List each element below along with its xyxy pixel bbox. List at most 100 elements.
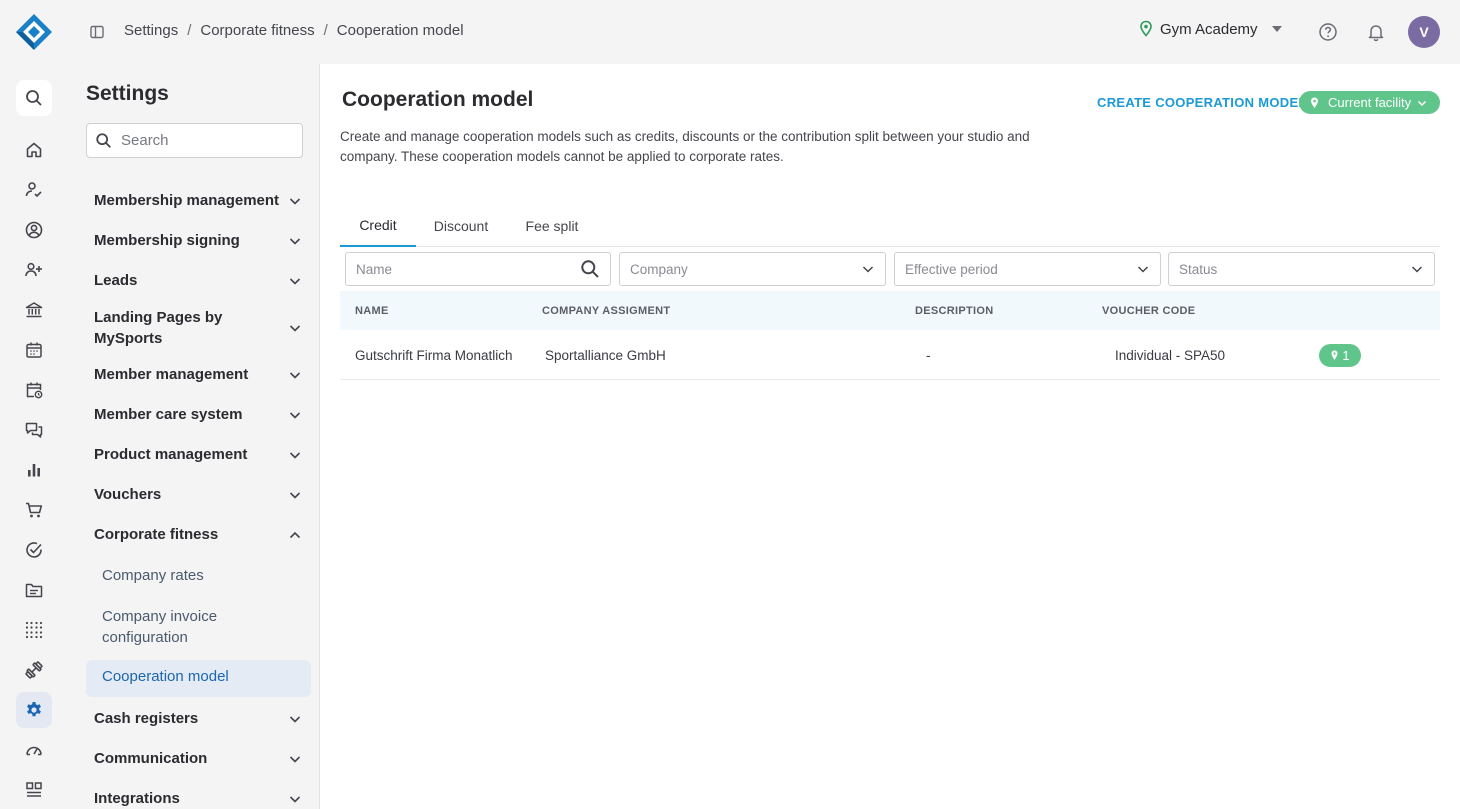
column-header-name[interactable]: NAME <box>355 305 389 317</box>
facility-selector[interactable]: Gym Academy <box>1138 20 1282 38</box>
breadcrumb-separator: / <box>187 22 192 39</box>
folder-icon <box>25 583 43 598</box>
chevron-down-icon <box>289 325 301 332</box>
nav-group-label: Membership management <box>94 192 280 209</box>
nav-group-label: Communication <box>94 750 208 767</box>
chevron-down-icon <box>289 197 301 205</box>
nav-group-member-management[interactable]: Member management <box>94 364 302 385</box>
gear-icon <box>27 702 41 717</box>
rail-leads[interactable] <box>16 252 52 288</box>
nav-group-landing-pages[interactable]: Landing Pages by MySports <box>94 307 302 349</box>
rail-more[interactable] <box>16 772 52 808</box>
status-filter[interactable]: Status <box>1168 252 1435 286</box>
rail-appointments[interactable] <box>16 372 52 408</box>
rail-home[interactable] <box>16 132 52 168</box>
help-icon[interactable] <box>1318 22 1338 42</box>
chevron-down-icon <box>289 411 301 419</box>
rail-training[interactable] <box>16 652 52 688</box>
rail-check-in[interactable] <box>16 172 52 208</box>
nav-group-label: Vouchers <box>94 486 162 503</box>
nav-group-vouchers[interactable]: Vouchers <box>94 484 302 505</box>
column-header-description[interactable]: DESCRIPTION <box>915 305 993 317</box>
settings-search-field[interactable] <box>86 123 303 158</box>
user-circle-icon <box>25 221 43 239</box>
nav-sub-label: Cooperation model <box>102 668 229 685</box>
rail-tasks[interactable] <box>16 532 52 568</box>
page-description: Create and manage cooperation models suc… <box>340 129 1030 164</box>
search-icon[interactable] <box>580 259 600 279</box>
nav-group-product-management[interactable]: Product management <box>94 444 302 465</box>
tab-discount[interactable]: Discount <box>423 204 499 247</box>
create-cooperation-model-button[interactable]: CREATE COOPERATION MODEL <box>1097 95 1307 110</box>
nav-group-membership-management[interactable]: Membership management <box>94 190 302 211</box>
nav-group-label: Integrations <box>94 790 180 807</box>
dots-grid-icon <box>25 621 43 639</box>
nav-sub-invoice-config[interactable]: Company invoice configuration <box>102 606 282 648</box>
column-header-voucher-code[interactable]: VOUCHER CODE <box>1102 305 1195 317</box>
rail-finance[interactable] <box>16 292 52 328</box>
home-icon <box>26 142 42 158</box>
cell-description: - <box>926 348 931 363</box>
sidebar-toggle-icon[interactable] <box>89 24 105 40</box>
page-title: Cooperation model <box>342 88 534 111</box>
name-filter[interactable] <box>345 252 611 286</box>
user-check-icon <box>25 182 42 198</box>
effective-period-filter[interactable]: Effective period <box>894 252 1161 286</box>
gauge-icon <box>26 746 42 756</box>
column-header-company[interactable]: COMPANY ASSIGMENT <box>542 305 670 317</box>
chevron-up-icon <box>289 531 301 538</box>
chevron-down-icon <box>289 277 301 285</box>
rail-search[interactable] <box>16 80 52 116</box>
cell-company: Sportalliance GmbH <box>545 348 666 363</box>
facility-count-badge[interactable]: 1 <box>1319 344 1361 367</box>
rail-settings[interactable] <box>16 692 52 728</box>
rail-messages[interactable] <box>16 412 52 448</box>
table-row[interactable]: Gutschrift Firma Monatlich Sportalliance… <box>340 330 1440 380</box>
nav-group-communication[interactable]: Communication <box>94 748 302 769</box>
breadcrumb-corporate-fitness[interactable]: Corporate fitness <box>200 22 314 39</box>
nav-group-corporate-fitness[interactable]: Corporate fitness <box>94 524 302 545</box>
tab-fee-split[interactable]: Fee split <box>520 204 584 247</box>
rail-shop[interactable] <box>16 492 52 528</box>
breadcrumb-cooperation-model: Cooperation model <box>336 22 464 39</box>
rail-calendar[interactable] <box>16 332 52 368</box>
logo-icon[interactable] <box>14 13 54 51</box>
nav-group-leads[interactable]: Leads <box>94 270 302 291</box>
facility-name: Gym Academy <box>1160 20 1258 38</box>
nav-group-label: Member care system <box>94 406 243 423</box>
nav-group-membership-signing[interactable]: Membership signing <box>94 230 302 251</box>
current-facility-filter[interactable]: Current facility <box>1299 91 1440 114</box>
location-pin-icon <box>1331 350 1338 360</box>
nav-group-integrations[interactable]: Integrations <box>94 788 302 809</box>
nav-sub-company-rates[interactable]: Company rates <box>102 565 282 586</box>
rail-members[interactable] <box>16 212 52 248</box>
cell-name: Gutschrift Firma Monatlich <box>355 348 513 363</box>
avatar[interactable]: V <box>1408 16 1440 48</box>
rail-documents[interactable] <box>16 572 52 608</box>
nav-group-member-care[interactable]: Member care system <box>94 404 302 425</box>
rail-apps-grid[interactable] <box>16 612 52 648</box>
breadcrumb-settings[interactable]: Settings <box>124 22 178 39</box>
bell-icon[interactable] <box>1366 22 1386 42</box>
settings-panel: Settings Membership management Membershi… <box>70 64 320 809</box>
chevron-down-icon <box>1418 100 1427 106</box>
nav-sub-cooperation-model[interactable]: Cooperation model <box>86 660 311 697</box>
breadcrumb: Settings / Corporate fitness / Cooperati… <box>124 22 464 39</box>
nav-group-cash-registers[interactable]: Cash registers <box>94 708 302 729</box>
status-filter-label: Status <box>1179 261 1218 277</box>
search-icon <box>26 90 42 106</box>
bank-icon <box>25 302 43 318</box>
main-content: Cooperation model CREATE COOPERATION MOD… <box>320 64 1460 809</box>
tab-credit[interactable]: Credit <box>340 204 416 247</box>
chat-icon <box>25 422 43 438</box>
name-filter-input[interactable] <box>356 261 556 277</box>
rail-dashboard[interactable] <box>16 732 52 768</box>
settings-search-input[interactable] <box>121 132 291 149</box>
chevron-down-icon <box>289 755 301 763</box>
chevron-down-icon <box>289 371 301 379</box>
nav-group-label: Leads <box>94 272 138 289</box>
chevron-down-icon <box>289 451 301 459</box>
company-filter[interactable]: Company <box>619 252 886 286</box>
calendar-icon <box>26 342 42 358</box>
rail-analytics[interactable] <box>16 452 52 488</box>
